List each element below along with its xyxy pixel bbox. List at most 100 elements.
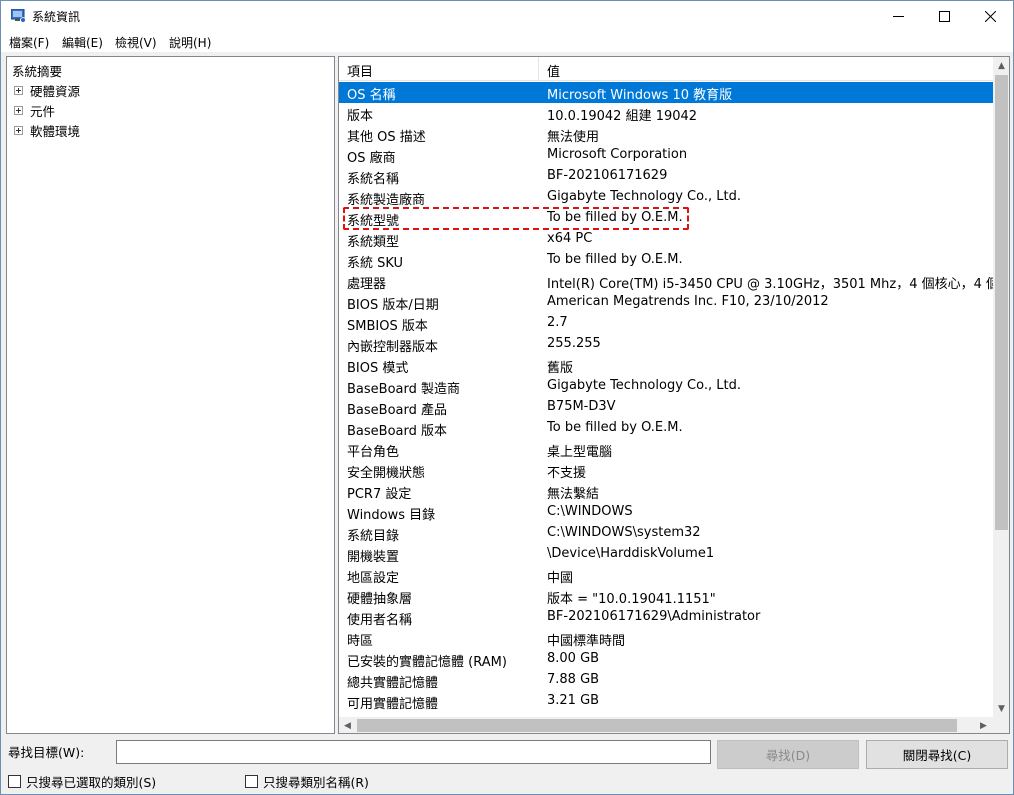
row-item-value: 無法使用 xyxy=(547,130,600,145)
list-row[interactable]: 平台角色 桌上型電腦 xyxy=(339,439,993,460)
row-item-value: 中國 xyxy=(547,571,574,586)
row-item-value: 7.88 GB xyxy=(547,672,600,687)
row-item-name: 安全開機狀態 xyxy=(347,466,426,481)
list-row[interactable]: 系統名稱 BF-202106171629 xyxy=(339,166,993,187)
list-row[interactable]: 開機裝置 \Device\HarddiskVolume1 xyxy=(339,544,993,565)
search-selected-category-checkbox[interactable] xyxy=(8,775,21,788)
list-row[interactable]: 地區設定 中國 xyxy=(339,565,993,586)
row-item-name: BIOS 模式 xyxy=(347,361,409,376)
list-row[interactable]: BaseBoard 產品 B75M-D3V xyxy=(339,397,993,418)
list-row[interactable]: 系統 SKU To be filled by O.E.M. xyxy=(339,250,993,271)
list-row[interactable]: 處理器 Intel(R) Core(TM) i5-3450 CPU @ 3.10G… xyxy=(339,271,1009,292)
row-item-value: 版本 = "10.0.19041.1151" xyxy=(547,592,716,607)
close-find-button[interactable]: 關閉尋找(C) xyxy=(866,740,1008,769)
row-item-name: 系統製造廠商 xyxy=(347,193,426,208)
row-item-name: 可用實體記憶體 xyxy=(347,697,439,712)
row-item-value: Microsoft Corporation xyxy=(547,147,688,162)
horizontal-scrollbar[interactable]: ◀ ▶ xyxy=(339,717,1009,733)
list-row[interactable]: PCR7 設定 無法繫結 xyxy=(339,481,993,502)
vertical-scrollbar[interactable]: ▲ ▼ xyxy=(993,57,1009,717)
row-item-name: 系統類型 xyxy=(347,235,400,250)
row-item-value: Gigabyte Technology Co., Ltd. xyxy=(547,189,741,204)
list-row[interactable]: 系統製造廠商 Gigabyte Technology Co., Ltd. xyxy=(339,187,993,208)
search-input[interactable] xyxy=(116,740,711,764)
list-row[interactable]: OS 名稱 Microsoft Windows 10 教育版 xyxy=(339,82,993,103)
search-category-names-option[interactable]: 只搜尋類別名稱(R) xyxy=(245,772,369,791)
list-row[interactable]: 內嵌控制器版本 255.255 xyxy=(339,334,993,355)
list-row[interactable]: SMBIOS 版本 2.7 xyxy=(339,313,993,334)
tree-item-software-environment[interactable]: 軟體環境 xyxy=(14,121,80,140)
list-row[interactable]: 系統類型 x64 PC xyxy=(339,229,993,250)
list-row[interactable]: 已安裝的實體記憶體 (RAM) 8.00 GB xyxy=(339,649,993,670)
column-divider[interactable] xyxy=(538,57,539,81)
menu-file[interactable]: 檔案(F) xyxy=(9,34,49,51)
tree-item-components[interactable]: 元件 xyxy=(14,101,55,120)
list-row[interactable]: 時區 中國標準時間 xyxy=(339,628,993,649)
menu-view[interactable]: 檢視(V) xyxy=(115,34,157,51)
menu-bar: 檔案(F) 編輯(E) 檢視(V) 說明(H) xyxy=(1,32,1013,52)
minimize-button[interactable] xyxy=(875,1,921,32)
row-item-name: BaseBoard 製造商 xyxy=(347,382,460,397)
list-row[interactable]: 安全開機狀態 不支援 xyxy=(339,460,993,481)
row-item-value: To be filled by O.E.M. xyxy=(547,420,683,435)
list-row[interactable]: OS 廠商 Microsoft Corporation xyxy=(339,145,993,166)
vertical-scroll-thumb[interactable] xyxy=(995,75,1008,530)
list-row[interactable]: BaseBoard 製造商 Gigabyte Technology Co., Lt… xyxy=(339,376,993,397)
row-item-value: 無法繫結 xyxy=(547,487,600,502)
expand-plus-icon[interactable] xyxy=(14,86,23,95)
list-row[interactable]: 總共實體記憶體 7.88 GB xyxy=(339,670,993,691)
search-category-names-checkbox[interactable] xyxy=(245,775,258,788)
column-header-value[interactable]: 值 xyxy=(547,61,560,80)
expand-plus-icon[interactable] xyxy=(14,106,23,115)
row-item-value: 桌上型電腦 xyxy=(547,445,613,460)
details-list[interactable]: 項目 值 OS 名稱 Microsoft Windows 10 教育版 版本 10.0… xyxy=(338,56,1010,734)
tree-item-hardware-resources[interactable]: 硬體資源 xyxy=(14,81,80,100)
checkbox-label: 只搜尋已選取的類別(S) xyxy=(26,775,157,790)
column-header-item[interactable]: 項目 xyxy=(347,61,373,80)
menu-edit[interactable]: 編輯(E) xyxy=(62,34,103,51)
list-row[interactable]: 使用者名稱 BF-202106171629\Administrator xyxy=(339,607,993,628)
tree-item-system-summary[interactable]: 系統摘要 xyxy=(12,61,62,80)
row-item-value: C:\WINDOWS xyxy=(547,504,633,519)
row-item-name: 版本 xyxy=(347,109,374,124)
find-button[interactable]: 尋找(D) xyxy=(717,740,859,769)
search-selected-category-option[interactable]: 只搜尋已選取的類別(S) xyxy=(8,772,156,791)
horizontal-scroll-thumb[interactable] xyxy=(357,719,957,732)
menu-help[interactable]: 說明(H) xyxy=(169,34,211,51)
row-item-name: 使用者名稱 xyxy=(347,613,413,628)
maximize-button[interactable] xyxy=(921,1,967,32)
title-bar[interactable]: 系統資訊 xyxy=(1,1,1013,32)
list-row[interactable]: 可用實體記憶體 3.21 GB xyxy=(339,691,993,712)
row-item-name: OS 名稱 xyxy=(347,88,396,103)
row-item-value: 不支援 xyxy=(547,466,587,481)
row-item-name: 系統名稱 xyxy=(347,172,400,187)
row-item-value: BF-202106171629 xyxy=(547,168,668,183)
list-rows: OS 名稱 Microsoft Windows 10 教育版 版本 10.0.1904… xyxy=(339,82,1009,712)
row-item-name: 開機裝置 xyxy=(347,550,400,565)
scroll-right-icon[interactable]: ▶ xyxy=(975,717,992,733)
system-information-window: 系統資訊 檔案(F) 編輯(E) 檢視(V) 說明(H) 系統摘要 硬體資源 元… xyxy=(0,0,1014,795)
list-row[interactable]: Windows 目錄 C:\WINDOWS xyxy=(339,502,993,523)
row-item-name: Windows 目錄 xyxy=(347,508,436,523)
list-row[interactable]: BaseBoard 版本 To be filled by O.E.M. xyxy=(339,418,993,439)
scroll-left-icon[interactable]: ◀ xyxy=(339,717,356,733)
row-item-name: 系統 SKU xyxy=(347,256,404,271)
list-row[interactable]: 系統目錄 C:\WINDOWS\system32 xyxy=(339,523,993,544)
tree-item-label: 硬體資源 xyxy=(30,84,81,99)
scroll-down-icon[interactable]: ▼ xyxy=(993,700,1009,717)
expand-plus-icon[interactable] xyxy=(14,126,23,135)
row-item-value: B75M-D3V xyxy=(547,399,616,414)
list-header: 項目 值 xyxy=(339,57,993,81)
list-row[interactable]: 其他 OS 描述 無法使用 xyxy=(339,124,993,145)
row-item-value: To be filled by O.E.M. xyxy=(547,252,683,267)
list-row[interactable]: 硬體抽象層 版本 = "10.0.19041.1151" xyxy=(339,586,993,607)
tree-item-label: 軟體環境 xyxy=(30,124,81,139)
list-row[interactable]: BIOS 模式 舊版 xyxy=(339,355,993,376)
row-item-name: BaseBoard 產品 xyxy=(347,403,447,418)
list-row[interactable]: BIOS 版本/日期 American Megatrends Inc. F10, … xyxy=(339,292,993,313)
row-item-value: 255.255 xyxy=(547,336,601,351)
close-button[interactable] xyxy=(967,1,1013,32)
category-tree[interactable]: 系統摘要 硬體資源 元件 軟體環境 xyxy=(6,56,335,734)
scroll-up-icon[interactable]: ▲ xyxy=(993,57,1009,74)
list-row[interactable]: 版本 10.0.19042 組建 19042 xyxy=(339,103,993,124)
